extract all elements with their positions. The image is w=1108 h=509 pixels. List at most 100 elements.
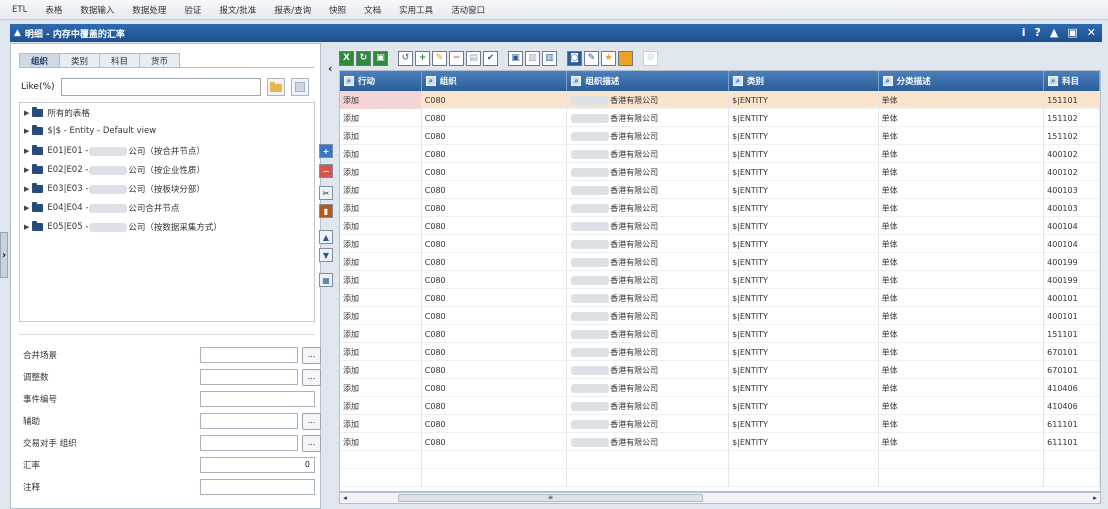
cell-action[interactable]: 添加 <box>340 145 422 163</box>
column-filter-icon[interactable]: ⌕ <box>732 76 743 86</box>
table-row[interactable]: 添加 C080 香港有限公司 $|ENTITY 单体 400103 <box>340 181 1100 199</box>
cell-desc[interactable]: 香港有限公司 <box>567 397 730 415</box>
help-icon[interactable]: ? <box>1035 26 1041 39</box>
cell-cdesc[interactable]: 单体 <box>879 253 1045 271</box>
cell-cat[interactable]: $|ENTITY <box>729 343 879 361</box>
cell-cdesc[interactable]: 单体 <box>879 271 1045 289</box>
cell-org[interactable]: C080 <box>422 289 568 307</box>
cell-acct[interactable]: 400101 <box>1044 307 1100 325</box>
cell-action[interactable]: 添加 <box>340 235 422 253</box>
cell-desc[interactable]: 香港有限公司 <box>567 217 730 235</box>
table-row[interactable]: 添加 C080 香港有限公司 $|ENTITY 单体 151101 <box>340 91 1100 109</box>
cell-desc[interactable]: 香港有限公司 <box>567 361 730 379</box>
lookup-button[interactable]: ... <box>302 369 321 386</box>
cell-cat[interactable]: $|ENTITY <box>729 235 879 253</box>
cell-org[interactable]: C080 <box>422 109 568 127</box>
expand-arrow-icon[interactable]: ▶ <box>24 185 29 193</box>
table-row[interactable]: 添加 C080 香港有限公司 $|ENTITY 单体 400104 <box>340 217 1100 235</box>
cell-action[interactable]: 添加 <box>340 91 422 109</box>
cell-acct[interactable]: 151101 <box>1044 325 1100 343</box>
scroll-left-icon[interactable]: ◂ <box>340 493 350 503</box>
cell-desc[interactable]: 香港有限公司 <box>567 253 730 271</box>
cell-org[interactable]: C080 <box>422 325 568 343</box>
cell-acct[interactable]: 151101 <box>1044 91 1100 109</box>
add-row-icon[interactable]: + <box>319 144 333 158</box>
table-row[interactable]: 添加 C080 香港有限公司 $|ENTITY 单体 400101 <box>340 289 1100 307</box>
favorite-star-icon[interactable]: ★ <box>601 50 616 66</box>
tree-node[interactable]: ▶ E03|E03 - 公司（按板块分部） <box>24 183 205 195</box>
copy-disabled-icon[interactable]: ▥ <box>525 50 540 66</box>
lookup-button[interactable]: ... <box>302 347 321 364</box>
menu-item[interactable]: 文档 <box>364 4 381 16</box>
cell-org[interactable]: C080 <box>422 217 568 235</box>
menu-item[interactable]: 数据输入 <box>80 4 114 16</box>
expand-arrow-icon[interactable]: ▶ <box>24 109 29 117</box>
cell-cdesc[interactable]: 单体 <box>879 145 1045 163</box>
expand-arrow-icon[interactable]: ▶ <box>24 127 29 135</box>
cut-icon[interactable]: ✂ <box>319 186 333 200</box>
cell-org[interactable]: C080 <box>422 343 568 361</box>
cell-acct[interactable]: 611101 <box>1044 415 1100 433</box>
cell-acct[interactable]: 400102 <box>1044 145 1100 163</box>
cell-action[interactable]: 添加 <box>340 415 422 433</box>
cell-org[interactable]: C080 <box>422 271 568 289</box>
cell-cat[interactable]: $|ENTITY <box>729 217 879 235</box>
field-input[interactable] <box>200 347 298 363</box>
cell-acct[interactable]: 400104 <box>1044 235 1100 253</box>
table-view-icon[interactable]: ▦ <box>319 273 333 287</box>
filter-icon[interactable]: ◙ <box>567 50 582 66</box>
cell-desc[interactable]: 香港有限公司 <box>567 307 730 325</box>
cell-org[interactable]: C080 <box>422 163 568 181</box>
cell-cat[interactable]: $|ENTITY <box>729 199 879 217</box>
cell-desc[interactable]: 香港有限公司 <box>567 271 730 289</box>
field-input[interactable] <box>200 413 298 429</box>
table-row[interactable]: 添加 C080 香港有限公司 $|ENTITY 单体 151102 <box>340 127 1100 145</box>
cell-acct[interactable]: 670101 <box>1044 343 1100 361</box>
menu-item[interactable]: 快照 <box>329 4 346 16</box>
cell-cdesc[interactable]: 单体 <box>879 91 1045 109</box>
menu-item[interactable]: 表格 <box>45 4 62 16</box>
expand-arrow-icon[interactable]: ▶ <box>24 166 29 174</box>
field-input[interactable] <box>200 479 315 495</box>
table-row[interactable]: 添加 C080 香港有限公司 $|ENTITY 单体 400102 <box>340 145 1100 163</box>
cell-acct[interactable]: 400199 <box>1044 253 1100 271</box>
table-row[interactable]: 添加 C080 香港有限公司 $|ENTITY 单体 611101 <box>340 433 1100 451</box>
validate-check-icon[interactable]: ✔ <box>483 50 498 66</box>
cell-action[interactable]: 添加 <box>340 379 422 397</box>
cell-acct[interactable]: 151102 <box>1044 127 1100 145</box>
cell-cat[interactable]: $|ENTITY <box>729 91 879 109</box>
expand-arrow-icon[interactable]: ▶ <box>24 204 29 212</box>
cell-cdesc[interactable]: 单体 <box>879 109 1045 127</box>
cell-acct[interactable]: 151102 <box>1044 109 1100 127</box>
save-icon[interactable]: ▣ <box>373 50 388 66</box>
scroll-thumb[interactable]: ≡ <box>398 494 703 502</box>
column-filter-icon[interactable]: ⌕ <box>344 76 354 86</box>
cell-org[interactable]: C080 <box>422 361 568 379</box>
table-row[interactable]: 添加 C080 香港有限公司 $|ENTITY 单体 410406 <box>340 379 1100 397</box>
menu-item[interactable]: 活动窗口 <box>451 4 485 16</box>
table-row[interactable]: 添加 C080 香港有限公司 $|ENTITY 单体 410406 <box>340 397 1100 415</box>
tab-0[interactable]: 组织 <box>19 53 61 68</box>
paste-icon[interactable]: ▮ <box>319 204 333 218</box>
cell-desc[interactable]: 香港有限公司 <box>567 289 730 307</box>
cell-cat[interactable]: $|ENTITY <box>729 289 879 307</box>
cell-desc[interactable]: 香港有限公司 <box>567 415 730 433</box>
menu-item[interactable]: 报表/查询 <box>274 4 311 16</box>
cell-org[interactable]: C080 <box>422 127 568 145</box>
expand-arrow-icon[interactable]: ▶ <box>24 147 29 155</box>
cell-org[interactable]: C080 <box>422 235 568 253</box>
cell-cat[interactable]: $|ENTITY <box>729 415 879 433</box>
cell-acct[interactable]: 400104 <box>1044 217 1100 235</box>
cell-action[interactable]: 添加 <box>340 307 422 325</box>
cell-desc[interactable]: 香港有限公司 <box>567 325 730 343</box>
cell-action[interactable]: 添加 <box>340 271 422 289</box>
cell-cat[interactable]: $|ENTITY <box>729 307 879 325</box>
cell-action[interactable]: 添加 <box>340 397 422 415</box>
cell-desc[interactable]: 香港有限公司 <box>567 127 730 145</box>
menu-item[interactable]: ETL <box>12 5 27 15</box>
cell-desc[interactable]: 香港有限公司 <box>567 433 730 451</box>
column-filter-icon[interactable]: ⌕ <box>1048 76 1059 86</box>
cell-cdesc[interactable]: 单体 <box>879 307 1045 325</box>
cell-acct[interactable]: 400199 <box>1044 271 1100 289</box>
copy-icon[interactable]: ▣ <box>508 50 523 66</box>
